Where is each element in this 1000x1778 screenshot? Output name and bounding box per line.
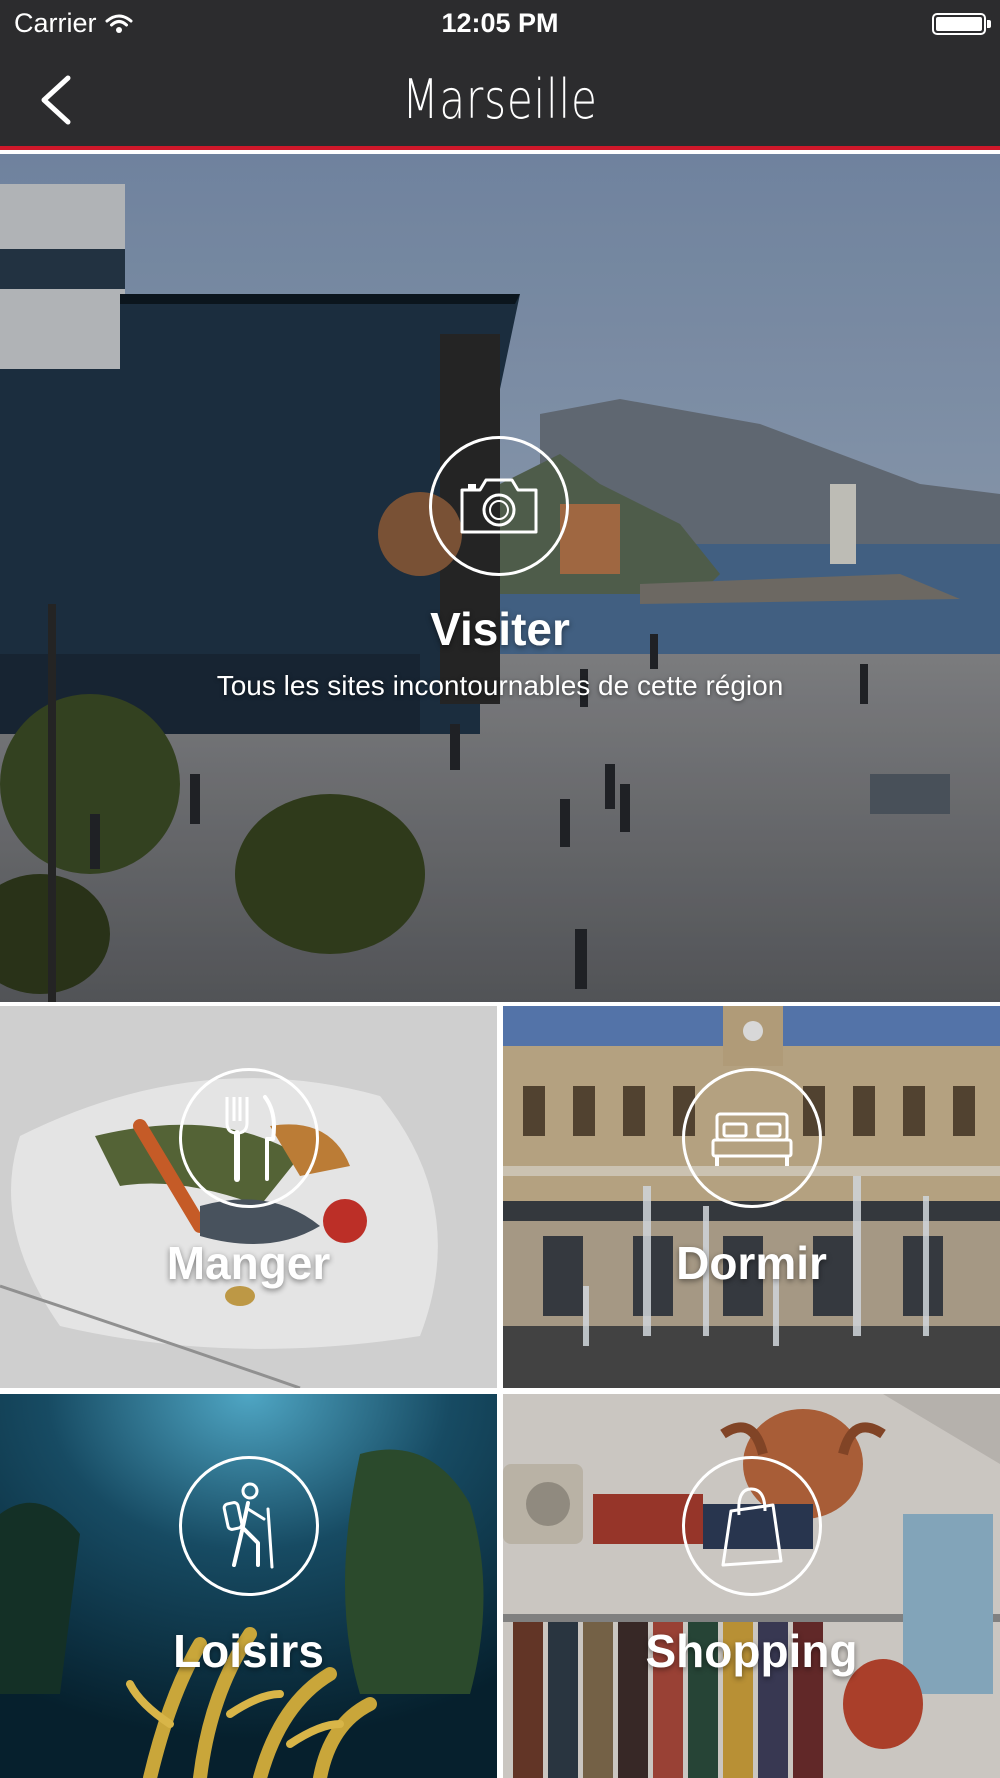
chevron-left-icon — [41, 75, 71, 125]
page-title: Marseille — [402, 68, 598, 131]
fork-knife-icon — [225, 1095, 276, 1182]
bed-icon — [711, 1112, 793, 1166]
status-bar: Carrier 12:05 PM — [0, 0, 1000, 50]
shopping-tile[interactable]: Shopping — [503, 1394, 1000, 1778]
bed-icon-circle — [682, 1068, 822, 1208]
back-button[interactable] — [34, 72, 84, 128]
shopping-bag-icon — [721, 1487, 783, 1567]
fork-knife-icon-circle — [179, 1068, 319, 1208]
manger-label: Manger — [166, 1237, 331, 1289]
camera-icon — [460, 478, 538, 534]
dormir-label: Dormir — [676, 1237, 827, 1289]
shopping-label: Shopping — [645, 1625, 858, 1677]
manger-tile[interactable]: Manger — [0, 1006, 497, 1388]
shopping-bag-icon-circle — [682, 1456, 822, 1596]
status-time: 12:05 PM — [441, 8, 559, 38]
hiker-icon-circle — [179, 1456, 319, 1596]
visiter-label: Visiter — [430, 603, 570, 655]
visiter-tile[interactable]: Visiter Tous les sites incontournables d… — [0, 154, 1000, 1002]
hiker-icon — [222, 1482, 274, 1569]
visiter-subtitle: Tous les sites incontournables de cette … — [216, 670, 784, 701]
navigation-bar: Marseille — [0, 50, 1000, 150]
camera-icon-circle — [429, 436, 569, 576]
loisirs-tile[interactable]: Loisirs — [0, 1394, 497, 1778]
battery-icon — [932, 13, 991, 35]
loisirs-label: Loisirs — [173, 1625, 324, 1677]
hero-photo — [0, 154, 1000, 1002]
dormir-tile[interactable]: Dormir — [503, 1006, 1000, 1388]
